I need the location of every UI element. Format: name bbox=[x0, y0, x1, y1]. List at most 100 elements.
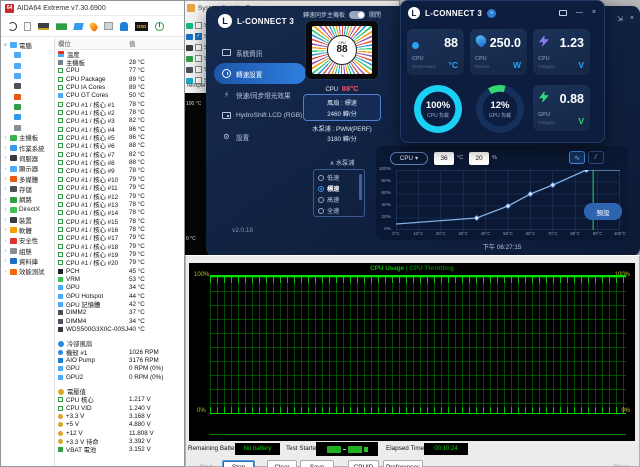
fan-rpm-value: 2460 轉/分 bbox=[327, 109, 357, 118]
sidebar-item-lighting[interactable]: ⚡快速/同步燈光效果 bbox=[214, 84, 306, 105]
tree-item[interactable]: ›效能測試 bbox=[1, 267, 54, 277]
preset-button[interactable]: 預設 bbox=[584, 203, 622, 220]
checkbox[interactable] bbox=[195, 55, 202, 62]
tree-item[interactable] bbox=[1, 61, 54, 71]
close-icon[interactable]: × bbox=[630, 15, 634, 23]
sensor-row[interactable]: +3.3 V3.168 V bbox=[58, 412, 184, 420]
speed-list-scrollbar[interactable] bbox=[359, 174, 362, 200]
sensor-row[interactable]: 主機板28 °C bbox=[58, 58, 184, 66]
sensor-row[interactable]: CPU 核心1.217 V bbox=[58, 396, 184, 404]
curve-point[interactable] bbox=[505, 203, 510, 208]
sidebar-item-system-info[interactable]: 系統資訊 bbox=[214, 42, 306, 63]
aida64-titlebar[interactable]: 64 AIDA64 Extreme v7.30.6900 bbox=[1, 1, 184, 16]
pump-speed-option[interactable]: 全速 bbox=[318, 205, 364, 216]
pump-speed-option[interactable]: 低速 bbox=[318, 172, 364, 183]
tree-item[interactable] bbox=[1, 122, 54, 132]
sensor-row[interactable]: CPU Package89 °C bbox=[58, 75, 184, 83]
sidebar-item-settings[interactable]: ⚙設置 bbox=[214, 126, 306, 147]
sensor-row[interactable]: 機殼 #11026 RPM bbox=[58, 348, 184, 356]
save-button[interactable]: Save bbox=[300, 460, 334, 467]
tree-item[interactable]: ›作業系統 bbox=[1, 143, 54, 153]
tree-item[interactable]: ›顯示器 bbox=[1, 164, 54, 174]
checkbox[interactable] bbox=[195, 66, 202, 73]
curve-temp-input[interactable]: 36 bbox=[434, 152, 454, 165]
resize-icon[interactable]: ⇲ bbox=[617, 15, 623, 23]
sensor-row[interactable]: AIO Pump3176 RPM bbox=[58, 356, 184, 364]
curve-point[interactable] bbox=[528, 191, 533, 196]
tree-item[interactable]: ›存儲 bbox=[1, 184, 54, 194]
report-icon[interactable] bbox=[24, 22, 31, 31]
tree-item[interactable] bbox=[1, 112, 54, 122]
tree-item[interactable]: ›組態 bbox=[1, 246, 54, 256]
curve-type-buttons: ∿ ⁄ bbox=[569, 151, 604, 164]
tree-item[interactable]: ›安全性 bbox=[1, 236, 54, 246]
preferences-button[interactable]: Preferences bbox=[383, 460, 423, 467]
tree-item-computer[interactable]: ∨電腦 bbox=[1, 40, 54, 50]
tree-item[interactable] bbox=[1, 91, 54, 101]
refresh-icon[interactable] bbox=[8, 22, 17, 31]
tree-item[interactable]: ›DirectX bbox=[1, 205, 54, 215]
pump-section-header[interactable]: ∧ 水泵浦 bbox=[303, 158, 381, 167]
checkbox[interactable] bbox=[195, 44, 202, 51]
collapse-badge-icon[interactable]: « bbox=[487, 9, 496, 18]
benchmark-icon[interactable] bbox=[73, 23, 83, 30]
sensor-row[interactable]: +5 V4.880 V bbox=[58, 421, 184, 429]
sensor-row[interactable]: DIMM434 °C bbox=[58, 317, 184, 325]
stop-button[interactable]: Stop bbox=[222, 460, 255, 467]
tree-item[interactable]: ›伺服器 bbox=[1, 153, 54, 163]
memory-icon[interactable] bbox=[56, 23, 67, 30]
cpuid-button[interactable]: CPUID bbox=[348, 460, 379, 467]
support-icon[interactable] bbox=[120, 22, 128, 31]
curve-point[interactable] bbox=[550, 182, 555, 187]
checkbox[interactable] bbox=[195, 22, 202, 29]
curve-percent-input[interactable]: 20 bbox=[469, 152, 489, 165]
fan-curve-plot[interactable] bbox=[396, 170, 620, 230]
tree-item[interactable]: ›軟體 bbox=[1, 225, 54, 235]
tree-item[interactable]: ›資料庫 bbox=[1, 256, 54, 266]
tree-item[interactable]: ›網路 bbox=[1, 194, 54, 204]
tree-item[interactable] bbox=[1, 81, 54, 91]
sensor-row[interactable]: CPU77 °C bbox=[58, 67, 184, 75]
sensor-row[interactable]: GPU0 RPM (0%) bbox=[58, 365, 184, 373]
pump-speed-option[interactable] bbox=[318, 216, 364, 217]
sensor-row[interactable]: CPU IA Cores89 °C bbox=[58, 83, 184, 91]
tree-item[interactable] bbox=[1, 71, 54, 81]
minimize-icon[interactable]: — bbox=[576, 9, 583, 16]
clear-button[interactable]: Clear bbox=[267, 460, 297, 467]
tree-item[interactable] bbox=[1, 50, 54, 60]
fan-mode-box[interactable]: 風扇 : 標速 2460 轉/分 bbox=[303, 94, 381, 121]
sensor-row[interactable]: VBAT 電池3.152 V bbox=[58, 446, 184, 454]
sidebar-item-fan-speed[interactable]: 轉速設置 bbox=[214, 63, 306, 84]
chevron-right-icon: › bbox=[3, 197, 8, 203]
sidebar-item-hydroshift[interactable]: HydroShift LCD (RGB) bbox=[214, 105, 306, 126]
close-icon[interactable]: × bbox=[592, 9, 596, 16]
sensor-row[interactable]: PCH45 °C bbox=[58, 267, 184, 275]
sensor-row[interactable]: GPU20 RPM (0%) bbox=[58, 373, 184, 381]
tree-item[interactable]: ›多媒體 bbox=[1, 174, 54, 184]
pump-speed-option[interactable]: 高速 bbox=[318, 194, 364, 205]
sensor-row[interactable]: WDS500G3X0C-00SJG040 °C bbox=[58, 325, 184, 333]
tree-item[interactable]: ›主機板 bbox=[1, 133, 54, 143]
tree-item[interactable]: ›裝置 bbox=[1, 215, 54, 225]
osd-icon[interactable]: OSD bbox=[135, 22, 148, 31]
pump-speed-option[interactable]: 標速 bbox=[318, 183, 364, 194]
sensor-row[interactable]: CPU VID1.240 V bbox=[58, 404, 184, 412]
cpu-icon[interactable] bbox=[38, 23, 49, 30]
checkbox[interactable]: ✓ bbox=[195, 33, 202, 40]
curve-mode-icon[interactable]: ∿ bbox=[569, 151, 585, 164]
sensor-row[interactable]: GPU34 °C bbox=[58, 284, 184, 292]
sensor-row[interactable]: DIMM237 °C bbox=[58, 309, 184, 317]
curve-point[interactable] bbox=[474, 215, 479, 220]
line-mode-icon[interactable]: ⁄ bbox=[588, 151, 604, 164]
curve-source-select[interactable]: CPU ▾ bbox=[390, 152, 428, 165]
burn-icon[interactable] bbox=[88, 20, 99, 31]
tree-item-label: 多媒體 bbox=[19, 175, 38, 184]
sync-toggle[interactable] bbox=[349, 11, 365, 19]
sensor-row[interactable]: CPU #1 / 核心 #2079 °C bbox=[58, 259, 184, 267]
sensor-row[interactable]: VRM53 °C bbox=[58, 275, 184, 283]
share-icon[interactable] bbox=[104, 22, 113, 30]
tree-item[interactable] bbox=[1, 102, 54, 112]
gauge-icon[interactable] bbox=[155, 22, 164, 31]
sensor-row[interactable]: GPU 記憶體42 °C bbox=[58, 300, 184, 308]
pip-icon[interactable] bbox=[559, 10, 567, 16]
